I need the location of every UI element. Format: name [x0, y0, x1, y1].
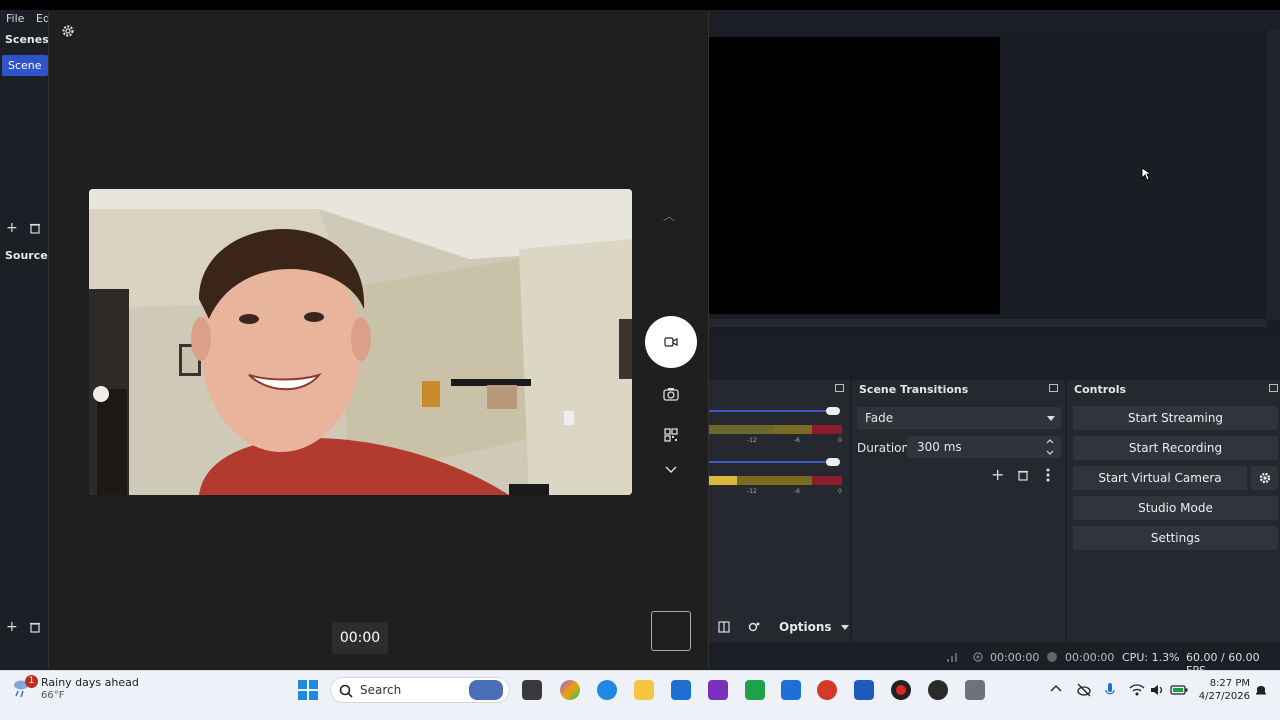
- start-recording-button[interactable]: Start Recording: [1073, 436, 1278, 460]
- obs-icon[interactable]: [928, 680, 948, 700]
- remove-transition-icon[interactable]: [1017, 469, 1029, 481]
- start-virtual-camera-button[interactable]: Start Virtual Camera: [1073, 466, 1247, 490]
- outlook-icon[interactable]: [781, 680, 801, 700]
- add-scene-icon[interactable]: +: [6, 221, 18, 235]
- duration-spinbox[interactable]: 300 ms: [907, 436, 1061, 458]
- duration-label: Duration: [857, 441, 910, 455]
- video-mode-button[interactable]: [645, 316, 697, 368]
- program-preview[interactable]: [709, 37, 1000, 314]
- app-icon-purple[interactable]: [708, 680, 728, 700]
- more-options-icon[interactable]: [1046, 468, 1050, 482]
- powerpoint-icon[interactable]: [817, 680, 837, 700]
- options-button[interactable]: Options: [779, 620, 849, 634]
- taskbar-clock[interactable]: 8:27 PM 4/27/2026: [1195, 677, 1250, 703]
- menu-file[interactable]: File: [6, 12, 24, 25]
- microsoft-store-icon[interactable]: [671, 680, 691, 700]
- sources-title: Sources: [5, 249, 55, 262]
- record-status-icon: [1047, 652, 1057, 662]
- search-icon: [339, 684, 353, 698]
- audio-mixer-dock: [709, 380, 850, 642]
- copilot-icon[interactable]: [560, 680, 580, 700]
- duration-stepper-icon[interactable]: [1045, 437, 1055, 457]
- mixer-meter-2: [709, 476, 842, 485]
- edge-browser-icon[interactable]: [597, 680, 617, 700]
- scenes-title: Scenes: [5, 33, 49, 46]
- mixer-ticks-2: -12 -6 0: [747, 488, 842, 495]
- controls-title: Controls: [1074, 383, 1127, 396]
- camera-app-icon[interactable]: [965, 680, 985, 700]
- preview-right-edge: [1267, 30, 1280, 320]
- mixer-float-icon[interactable]: [835, 384, 844, 392]
- mixer-volume-slider-2[interactable]: [709, 461, 839, 463]
- remove-source-icon[interactable]: [29, 621, 41, 633]
- weather-alert-badge: 1: [25, 675, 38, 688]
- word-icon[interactable]: [854, 680, 874, 700]
- record-time: 00:00:00: [1065, 651, 1115, 664]
- mixer-volume-knob-2[interactable]: [826, 458, 840, 466]
- recording-timer: 00:00: [332, 622, 388, 654]
- mixer-volume-knob-1[interactable]: [826, 407, 840, 415]
- microphone-icon[interactable]: [1105, 682, 1115, 698]
- record-app-icon[interactable]: [891, 680, 911, 700]
- status-bar: 00:00:00 00:00:00 CPU: 1.3% 60.00 / 60.0…: [709, 645, 1280, 677]
- windows-start-icon[interactable]: [298, 680, 318, 700]
- scene-list-item[interactable]: Scene: [2, 55, 48, 76]
- transitions-float-icon[interactable]: [1049, 384, 1058, 392]
- last-capture-thumbnail[interactable]: [651, 611, 691, 651]
- chevron-down-icon: [1047, 416, 1055, 421]
- xbox-icon[interactable]: [745, 680, 765, 700]
- mixer-ticks-1: -12 -6 0: [747, 437, 842, 444]
- mixer-settings-icon[interactable]: [747, 621, 761, 633]
- stream-status-icon: [973, 652, 983, 662]
- notification-bell-icon[interactable]: [1255, 683, 1267, 697]
- controls-float-icon[interactable]: [1269, 384, 1278, 392]
- chevron-down-icon[interactable]: [664, 465, 678, 475]
- volume-icon[interactable]: [1150, 683, 1164, 697]
- file-explorer-icon[interactable]: [634, 680, 654, 700]
- add-source-icon[interactable]: +: [6, 620, 18, 634]
- studio-mode-button[interactable]: Studio Mode: [1073, 496, 1278, 520]
- network-signal-icon: [947, 653, 957, 662]
- video-camera-icon: [664, 337, 678, 347]
- dock-separator: [709, 340, 1280, 376]
- stream-time: 00:00:00: [990, 651, 1040, 664]
- cpu-usage: CPU: 1.3%: [1122, 651, 1180, 664]
- gear-icon: [1259, 472, 1270, 484]
- add-transition-icon[interactable]: +: [991, 467, 1004, 483]
- transition-select[interactable]: Fade: [857, 407, 1061, 429]
- search-highlight-icon: [469, 680, 503, 700]
- preview-scrollbar[interactable]: [709, 319, 1267, 327]
- mouse-cursor-icon: [1141, 167, 1151, 181]
- task-view-icon[interactable]: [522, 680, 542, 700]
- camera-settings-icon[interactable]: [60, 23, 76, 39]
- title-bar: [0, 0, 1280, 10]
- settings-button[interactable]: Settings: [1073, 526, 1278, 550]
- remove-scene-icon[interactable]: [29, 222, 41, 234]
- mixer-meter-1: [709, 425, 842, 434]
- cloud-off-icon[interactable]: [1076, 683, 1092, 697]
- battery-icon[interactable]: [1170, 684, 1188, 696]
- screen: File Ed Scenes Scene + Sources + -12 -6 …: [0, 0, 1280, 720]
- qr-code-icon[interactable]: [664, 428, 678, 442]
- wifi-icon[interactable]: [1129, 683, 1145, 697]
- taskbar-search-box[interactable]: Search: [330, 677, 510, 703]
- mixer-layout-icon[interactable]: [718, 621, 730, 633]
- chevron-up-icon[interactable]: ︿: [663, 207, 675, 224]
- photo-camera-icon[interactable]: [663, 387, 679, 401]
- weather-widget[interactable]: Rainy days ahead 66°F: [41, 676, 139, 702]
- start-streaming-button[interactable]: Start Streaming: [1073, 406, 1278, 430]
- virtual-camera-settings-button[interactable]: [1251, 466, 1278, 490]
- scene-transitions-title: Scene Transitions: [859, 383, 969, 396]
- mixer-volume-slider-1[interactable]: [709, 410, 839, 412]
- chevron-up-icon[interactable]: [1050, 684, 1062, 694]
- camera-app-window: ︿ 00:00: [48, 11, 709, 669]
- webcam-feed: [89, 189, 632, 495]
